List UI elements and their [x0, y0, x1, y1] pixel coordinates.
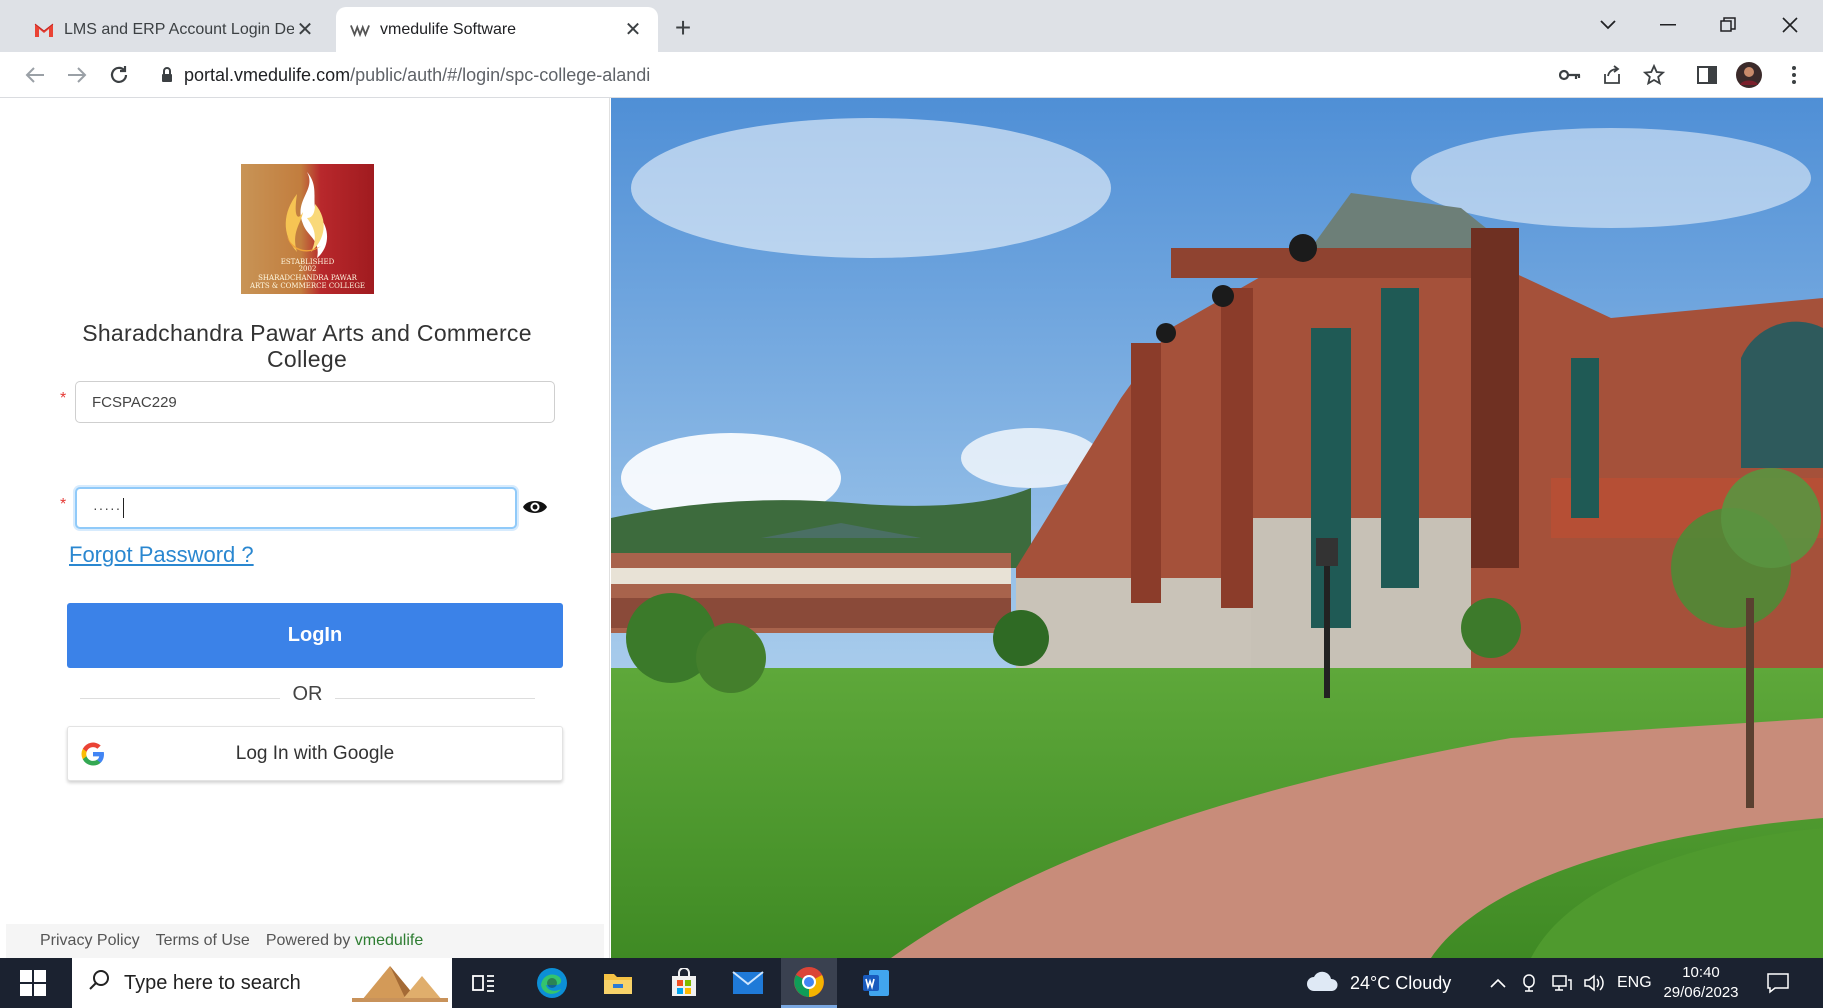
password-key-icon[interactable] [1555, 60, 1585, 90]
new-tab-button[interactable]: + [668, 12, 698, 44]
clock-date: 29/06/2023 [1663, 984, 1739, 1001]
url-host: portal.vmedulife.com [184, 64, 351, 85]
back-button[interactable] [18, 58, 52, 92]
url-path: /public/auth/#/login/spc-college-alandi [350, 64, 651, 85]
edge-browser-icon[interactable] [524, 958, 580, 1008]
text-cursor [123, 498, 125, 518]
powered-by-label: Powered by [265, 932, 351, 949]
tab-title: vmedulife Software [380, 20, 517, 38]
weather-widget[interactable]: 24°C Cloudy [1306, 958, 1451, 1008]
taskbar-clock[interactable]: 10:40 29/06/2023 [1660, 963, 1742, 1003]
weather-text: 24°C Cloudy [1350, 972, 1452, 993]
campus-background-image [611, 98, 1823, 958]
meet-now-icon[interactable] [1520, 958, 1538, 1008]
task-view-icon[interactable] [456, 958, 512, 1008]
close-window-button[interactable] [1765, 8, 1815, 42]
tab-search-button[interactable] [1583, 8, 1633, 42]
terms-of-use-link[interactable]: Terms of Use [156, 932, 250, 950]
profile-avatar[interactable] [1734, 60, 1764, 90]
close-tab-icon[interactable]: ✕ [622, 19, 644, 41]
vmedulife-icon [350, 20, 370, 40]
clock-time: 10:40 [1682, 964, 1720, 981]
password-input[interactable]: ····· [75, 487, 517, 529]
show-hidden-icons-button[interactable] [1490, 958, 1506, 1008]
privacy-policy-link[interactable]: Privacy Policy [40, 932, 140, 950]
forgot-password-link[interactable]: Forgot Password ? [69, 542, 254, 568]
logo-year-text: 2002 [298, 265, 317, 273]
browser-toolbar: portal.vmedulife.com/public/auth/#/login… [0, 52, 1823, 98]
windows-start-icon[interactable] [20, 970, 46, 996]
college-name: Sharadchandra Pawar Arts and Commerce Co… [82, 320, 532, 372]
lock-icon[interactable] [150, 67, 184, 83]
login-panel: ESTABLISHED 2002 SHARADCHANDRA PAWAR ART… [0, 98, 610, 958]
tab-title: LMS and ERP Account Login Deta [64, 20, 294, 38]
search-placeholder: Type here to search [124, 971, 301, 994]
forward-button[interactable] [60, 58, 94, 92]
mail-icon[interactable] [720, 958, 776, 1008]
logo-college-line2: ARTS & COMMERCE COLLEGE [249, 282, 366, 290]
network-icon[interactable] [1552, 958, 1572, 1008]
username-input[interactable]: FCSPAC229 [75, 381, 555, 423]
logo-college-line1: SHARADCHANDRA PAWAR [258, 274, 357, 282]
microsoft-store-icon[interactable] [656, 958, 712, 1008]
tab-gmail[interactable]: LMS and ERP Account Login Deta ✕ [20, 7, 330, 52]
share-icon[interactable] [1597, 60, 1627, 90]
side-panel-icon[interactable] [1692, 60, 1722, 90]
gmail-icon [34, 20, 54, 40]
or-separator: OR [280, 683, 335, 706]
volume-icon[interactable] [1584, 958, 1606, 1008]
notifications-icon[interactable] [1766, 958, 1790, 1008]
file-explorer-icon[interactable] [590, 958, 646, 1008]
google-login-label: Log In with Google [235, 742, 395, 764]
cloud-icon [1306, 970, 1340, 997]
divider-line [80, 698, 280, 699]
google-g-icon [80, 741, 106, 773]
taskbar-search-box[interactable]: Type here to search [72, 958, 452, 1008]
vmedulife-link[interactable]: vmedulife [355, 932, 423, 949]
windows-taskbar: Type here to search 24°C Cloudy ENG 10:4… [0, 958, 1823, 1008]
login-button[interactable]: LogIn [67, 603, 563, 668]
menu-dots-icon[interactable] [1779, 60, 1809, 90]
required-marker: * [60, 496, 67, 513]
divider-line [335, 698, 535, 699]
restore-button[interactable] [1703, 8, 1753, 42]
reload-button[interactable] [102, 58, 136, 92]
pyramids-illustration [352, 958, 448, 1008]
show-password-eye-icon[interactable] [522, 498, 550, 518]
google-login-button[interactable]: Log In with Google [67, 726, 563, 781]
bookmark-star-icon[interactable] [1639, 60, 1669, 90]
username-value: FCSPAC229 [92, 393, 177, 411]
search-icon [88, 969, 110, 997]
college-logo: ESTABLISHED 2002 SHARADCHANDRA PAWAR ART… [241, 164, 374, 294]
word-icon[interactable] [848, 958, 904, 1008]
address-bar[interactable]: portal.vmedulife.com/public/auth/#/login… [150, 57, 1535, 93]
page-content: ESTABLISHED 2002 SHARADCHANDRA PAWAR ART… [0, 98, 1823, 958]
minimize-button[interactable] [1643, 8, 1693, 42]
browser-tab-strip: LMS and ERP Account Login Deta ✕ vmeduli… [0, 0, 1823, 52]
chrome-browser-icon[interactable] [781, 958, 837, 1008]
page-footer: Privacy Policy Terms of Use Powered by v… [6, 924, 604, 958]
language-indicator[interactable]: ENG [1617, 958, 1652, 1008]
tab-vmedulife[interactable]: vmedulife Software ✕ [336, 7, 658, 52]
required-marker: * [60, 390, 67, 407]
powered-by-text: Powered by vmedulife [266, 932, 423, 950]
password-value: ····· [93, 500, 122, 516]
close-tab-icon[interactable]: ✕ [294, 19, 316, 41]
